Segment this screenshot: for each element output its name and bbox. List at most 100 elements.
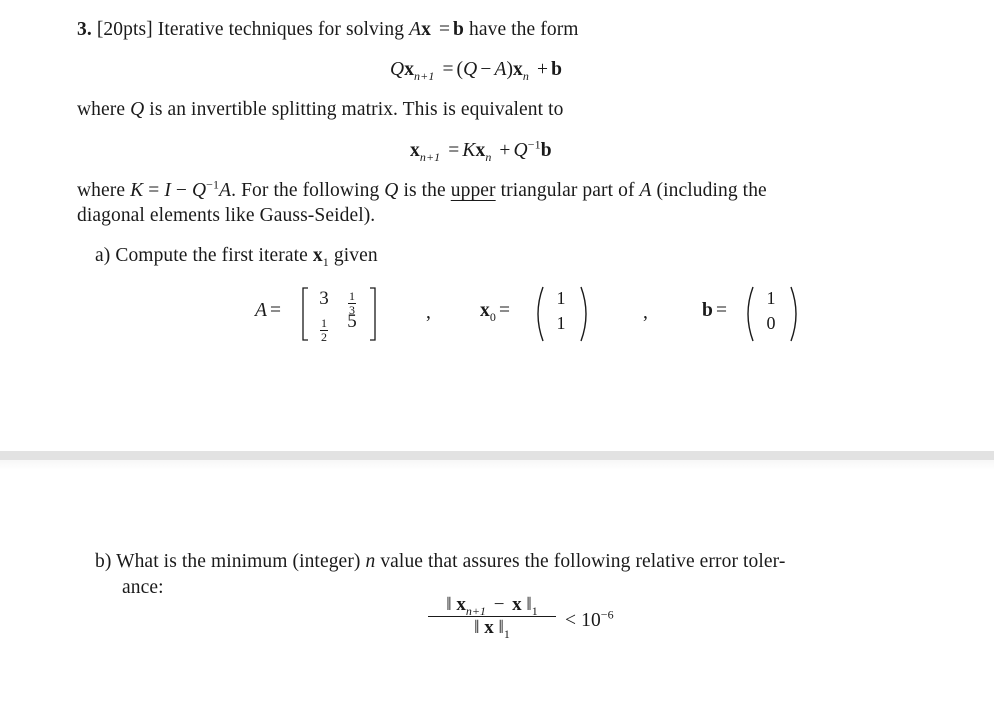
text: where — [77, 99, 126, 120]
superscript: −1 — [206, 177, 220, 192]
plus-sign: + — [499, 140, 511, 161]
norm-bar: ‖ — [446, 594, 452, 615]
problem-statement-line-1: 3. [20pts] Iterative techniques for solv… — [77, 19, 579, 41]
var-b: b — [540, 140, 552, 161]
part-b-label: b) — [95, 551, 112, 572]
minus-sign: − — [493, 594, 505, 615]
text: is the — [403, 180, 446, 201]
page-separator-shadow — [0, 460, 994, 470]
var-b: b — [453, 19, 464, 40]
minus-sign: − — [480, 59, 492, 80]
matrix-A-label: A = — [255, 300, 284, 322]
part-b-question-line-2: ance: — [122, 577, 164, 598]
minus-sign: − — [175, 180, 187, 201]
subscript: n — [485, 149, 492, 164]
intro-text: Iterative techniques for solving — [157, 19, 405, 40]
numerator: 1 — [321, 316, 327, 330]
var-b: b — [551, 59, 563, 80]
vector-b-entry-2: 0 — [766, 313, 776, 333]
vector-b-label: b = — [702, 300, 730, 322]
text: (including the — [656, 180, 767, 201]
text: . For the following — [231, 180, 380, 201]
var-A: A — [639, 180, 652, 201]
var-Q: Q — [130, 99, 145, 120]
matrix-A-a21: 12 — [317, 314, 331, 343]
var-x: x — [513, 59, 523, 80]
var-Q: Q — [390, 59, 405, 80]
var-A: A — [494, 59, 507, 80]
equation-iteration-form: Qxn+1 = (Q − A)xn + b — [390, 59, 563, 83]
subscript: n — [522, 68, 530, 83]
var-x: x — [456, 594, 466, 615]
var-Q: Q — [191, 180, 207, 201]
equals-sign: = — [448, 140, 460, 161]
text: given — [333, 245, 378, 266]
var-Q: Q — [463, 59, 478, 80]
var-x: x — [421, 19, 431, 40]
matrix-A-brackets — [302, 287, 376, 341]
subscript: 1 — [322, 254, 329, 269]
problem-number: 3. — [77, 19, 92, 40]
tolerance-inequality: < 10−6 — [565, 607, 614, 632]
norm-bar: ‖ — [474, 617, 480, 638]
text: What is the minimum (integer) — [116, 551, 361, 572]
equals-sign: = — [715, 300, 728, 321]
var-Q: Q — [513, 140, 528, 161]
tolerance-exponent: −6 — [600, 607, 614, 622]
problem-statement-line-4: diagonal elements like Gauss-Seidel). — [77, 205, 376, 226]
problem-points: [20pts] — [96, 19, 153, 40]
equals-sign: = — [442, 59, 454, 80]
equation-equivalent-form: xn+1 = Kxn + Q−1b — [410, 137, 552, 164]
numerator: 1 — [349, 289, 355, 303]
vector-x0-entry-2: 1 — [556, 313, 566, 333]
equals-sign: = — [148, 180, 160, 201]
tolerance-base: 10 — [581, 610, 601, 631]
text: triangular part of — [500, 180, 635, 201]
vector-b-entry-1: 1 — [766, 288, 776, 308]
text: Compute the first iterate — [115, 245, 308, 266]
relative-error-fraction: ‖ xn+1 − x ‖1 ‖ x ‖ 1 — [428, 594, 556, 641]
bottom-page-region: b) What is the minimum (integer) n value… — [0, 470, 994, 702]
var-x: x — [312, 245, 323, 266]
superscript: −1 — [527, 137, 541, 152]
var-n: n — [365, 551, 376, 572]
var-I: I — [164, 180, 171, 201]
text: where — [77, 180, 126, 201]
comma-separator: , — [643, 302, 648, 323]
equals-sign: = — [438, 19, 451, 40]
var-A: A — [219, 180, 232, 201]
vector-x0-entry-1: 1 — [556, 288, 566, 308]
text: value that assures the following relativ… — [380, 551, 786, 572]
part-a-question: a) Compute the first iterate x1 given — [95, 245, 378, 269]
subscript: n+1 — [419, 149, 441, 164]
matrix-A-a22: 5 — [347, 311, 357, 332]
page-separator — [0, 451, 994, 460]
var-x: x — [512, 594, 522, 615]
var-b: b — [702, 300, 713, 321]
var-A: A — [255, 300, 268, 321]
less-than-sign: < — [565, 610, 577, 631]
var-K: K — [130, 180, 144, 201]
problem-statement-line-2: where Q is an invertible splitting matri… — [77, 99, 563, 121]
denominator: 2 — [321, 330, 327, 344]
var-x: x — [475, 140, 486, 161]
part-a-label: a) — [95, 245, 111, 266]
top-page-region: 3. [20pts] Iterative techniques for solv… — [0, 0, 994, 451]
subscript: n+1 — [414, 68, 435, 83]
part-b-question: b) What is the minimum (integer) n value… — [95, 551, 785, 573]
matrix-A-a11: 3 — [319, 288, 329, 309]
equals-sign: = — [498, 300, 511, 321]
comma-separator: , — [426, 302, 431, 323]
var-Q: Q — [384, 180, 399, 201]
vector-x0-label: x0 = — [480, 300, 513, 323]
var-x: x — [484, 617, 494, 638]
var-K: K — [462, 140, 476, 161]
var-A: A — [409, 19, 422, 40]
text: is an invertible splitting matrix. This … — [149, 99, 564, 120]
equals-sign: = — [270, 300, 282, 321]
var-x: x — [404, 59, 415, 80]
plus-sign: + — [537, 59, 549, 80]
fraction-numerator: ‖ xn+1 − x ‖1 — [446, 594, 538, 617]
var-x: x — [480, 300, 490, 321]
subscript: 1 — [503, 626, 510, 641]
